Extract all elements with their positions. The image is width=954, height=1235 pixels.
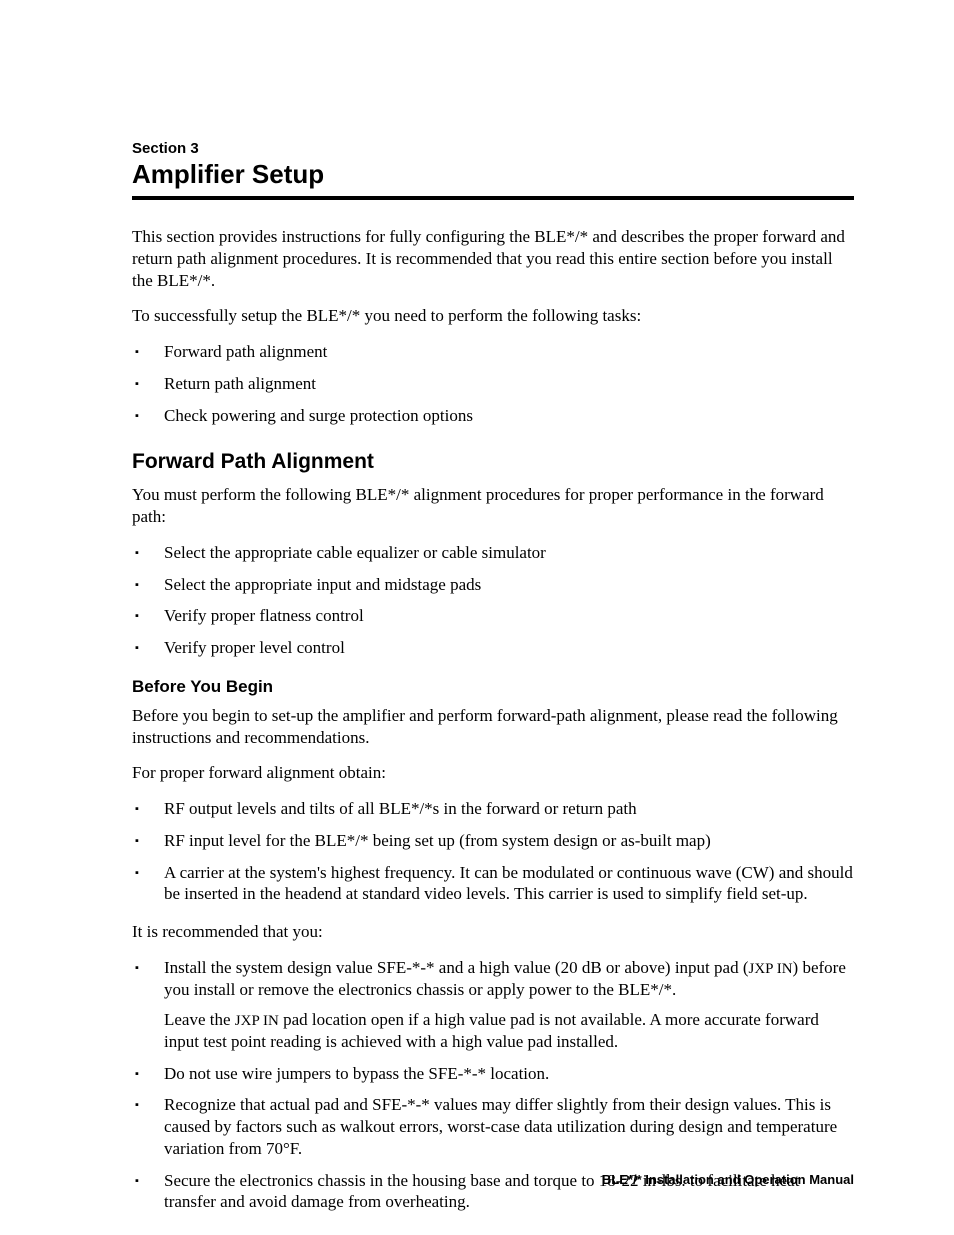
- list-item: Select the appropriate cable equalizer o…: [132, 542, 854, 564]
- list-item: Select the appropriate input and midstag…: [132, 574, 854, 596]
- list-item: Verify proper flatness control: [132, 605, 854, 627]
- section-label: Section 3: [132, 140, 854, 157]
- small-caps-text: JXP IN: [235, 1013, 279, 1029]
- fpa-list: Select the appropriate cable equalizer o…: [132, 542, 854, 659]
- list-item: A carrier at the system's highest freque…: [132, 862, 854, 906]
- footer-text: BLE*/* Installation and Operation Manual: [602, 1172, 854, 1187]
- list-item: Recognize that actual pad and SFE-*-* va…: [132, 1094, 854, 1159]
- title-rule: [132, 196, 854, 200]
- small-caps-text: JXP IN: [749, 961, 793, 977]
- list-item: RF input level for the BLE*/* being set …: [132, 830, 854, 852]
- before-you-begin-heading: Before You Begin: [132, 677, 854, 697]
- section-title: Amplifier Setup: [132, 159, 854, 190]
- text-fragment: Install the system design value SFE-*-* …: [164, 958, 749, 977]
- recommended-intro: It is recommended that you:: [132, 921, 854, 943]
- list-item: Do not use wire jumpers to bypass the SF…: [132, 1063, 854, 1085]
- sub-paragraph: Leave the JXP IN pad location open if a …: [164, 1009, 854, 1053]
- byb-paragraph-2: For proper forward alignment obtain:: [132, 762, 854, 784]
- list-item: Check powering and surge protection opti…: [132, 405, 854, 427]
- intro-paragraph-1: This section provides instructions for f…: [132, 226, 854, 291]
- document-page: Section 3 Amplifier Setup This section p…: [0, 0, 954, 1235]
- list-item: Return path alignment: [132, 373, 854, 395]
- text-fragment: Leave the: [164, 1010, 235, 1029]
- obtain-list: RF output levels and tilts of all BLE*/*…: [132, 798, 854, 905]
- list-item: Install the system design value SFE-*-* …: [132, 957, 854, 1053]
- list-item: RF output levels and tilts of all BLE*/*…: [132, 798, 854, 820]
- fpa-intro: You must perform the following BLE*/* al…: [132, 484, 854, 528]
- list-item: Forward path alignment: [132, 341, 854, 363]
- tasks-list: Forward path alignment Return path align…: [132, 341, 854, 426]
- byb-paragraph-1: Before you begin to set-up the amplifier…: [132, 705, 854, 749]
- intro-paragraph-2: To successfully setup the BLE*/* you nee…: [132, 305, 854, 327]
- forward-path-heading: Forward Path Alignment: [132, 450, 854, 474]
- list-item: Verify proper level control: [132, 637, 854, 659]
